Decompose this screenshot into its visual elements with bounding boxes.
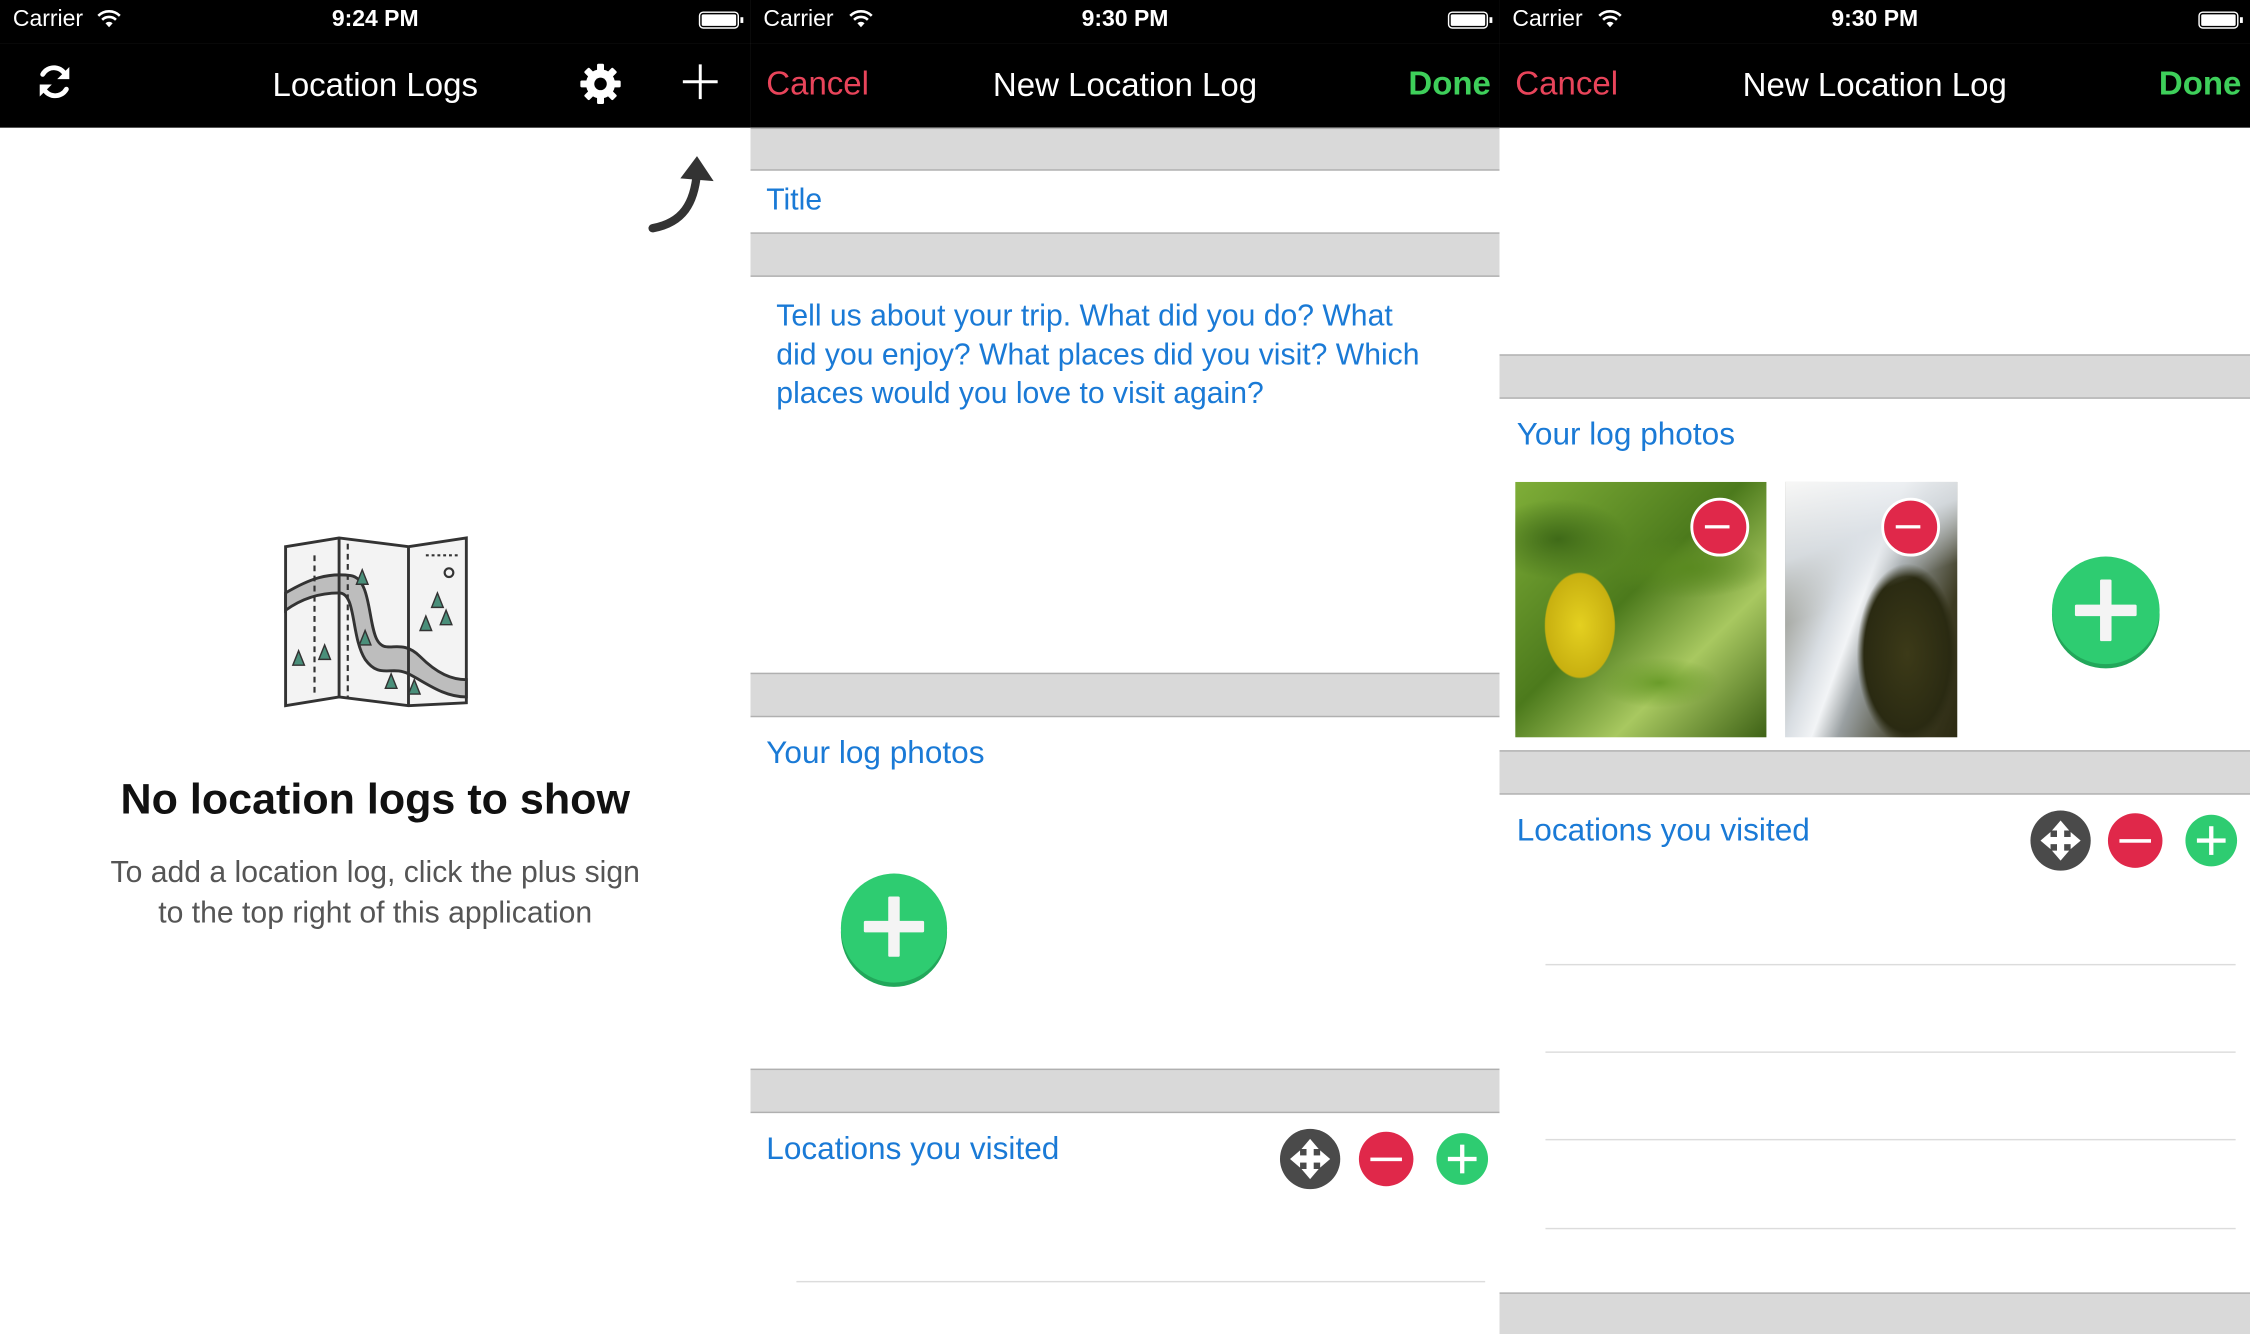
status-time: 9:30 PM <box>1831 7 1919 32</box>
move-icon <box>1290 1138 1331 1180</box>
section-separator <box>750 672 1500 718</box>
minus-icon <box>1704 525 1730 529</box>
status-bar: Carrier 9:24 PM <box>0 0 751 44</box>
locations-label: Locations you visited <box>1516 811 1810 848</box>
plus-icon <box>2074 579 2137 642</box>
photos-label: Your log photos <box>766 734 985 771</box>
minus-icon <box>1370 1157 1402 1162</box>
location-logs-screen: Carrier 9:24 PM Location Logs No locatio… <box>0 0 751 1334</box>
status-bar: Carrier 9:30 PM <box>750 0 1500 44</box>
screenshot-stage: Carrier 9:24 PM Location Logs No locatio… <box>0 0 2250 1334</box>
description-line: places would you love to visit again? <box>776 377 1264 411</box>
nav-bar: Location Logs <box>0 43 751 128</box>
empty-state-title: No location logs to show <box>120 776 630 824</box>
nav-title: Location Logs <box>272 65 478 104</box>
empty-state-message-line-1: To add a location log, click the plus si… <box>110 856 640 890</box>
move-location-button[interactable] <box>1279 1128 1341 1190</box>
plus-icon <box>863 896 925 957</box>
list-divider <box>796 1280 1486 1283</box>
nav-title: New Location Log <box>992 65 1258 104</box>
list-divider <box>1545 963 2236 966</box>
status-bar: Carrier 9:30 PM <box>1499 0 2250 44</box>
done-button[interactable]: Done <box>1408 65 1491 104</box>
add-location-button[interactable] <box>2185 814 2238 867</box>
plus-icon <box>1447 1144 1477 1174</box>
add-location-button[interactable] <box>1436 1133 1489 1185</box>
remove-location-button[interactable] <box>1358 1131 1414 1187</box>
section-separator <box>1499 354 2250 399</box>
remove-location-button[interactable] <box>2107 813 2163 868</box>
title-input[interactable]: Title <box>766 184 822 218</box>
description-line: did you enjoy? What places did you visit… <box>776 338 1420 372</box>
battery-icon <box>2198 11 2243 29</box>
add-log-icon[interactable] <box>680 62 720 102</box>
move-location-button[interactable] <box>2030 810 2091 871</box>
done-button[interactable]: Done <box>2159 65 2242 104</box>
remove-photo-button[interactable] <box>1881 497 1941 557</box>
nav-bar: Cancel New Location Log Done <box>1499 43 2250 128</box>
plus-icon <box>2196 826 2226 855</box>
curved-arrow-icon <box>648 156 714 233</box>
locations-label: Locations you visited <box>766 1130 1060 1167</box>
gear-icon[interactable] <box>578 62 622 106</box>
list-divider <box>1545 1051 2236 1053</box>
list-divider <box>1545 1227 2236 1230</box>
description-textarea[interactable] <box>1500 128 2250 355</box>
nav-bar: Cancel New Location Log Done <box>750 43 1500 128</box>
section-separator <box>750 1068 1500 1114</box>
nav-title: New Location Log <box>1742 65 2007 104</box>
move-icon <box>2040 820 2081 861</box>
description-textarea[interactable]: Tell us about your trip. What did you do… <box>776 297 1486 656</box>
add-photo-button[interactable] <box>2051 556 2160 665</box>
empty-state-message-line-2: to the top right of this application <box>158 896 593 930</box>
status-time: 9:30 PM <box>1081 7 1169 32</box>
battery-icon <box>1447 11 1493 29</box>
description-line: Tell us about your trip. What did you do… <box>776 299 1393 333</box>
section-separator <box>750 232 1500 277</box>
new-location-log-screen-with-photos: Carrier 9:30 PM Cancel New Location Log … <box>1499 0 2250 1334</box>
status-time: 9:24 PM <box>331 7 419 32</box>
section-separator <box>750 127 1500 171</box>
list-divider <box>1545 1138 2236 1141</box>
remove-photo-button[interactable] <box>1690 497 1750 557</box>
battery-icon <box>698 11 744 29</box>
minus-icon <box>2119 839 2151 843</box>
photos-label: Your log photos <box>1516 415 1735 452</box>
new-location-log-screen: Carrier 9:30 PM Cancel New Location Log … <box>750 0 1500 1334</box>
section-separator <box>1499 750 2250 795</box>
section-separator <box>1499 1292 2250 1334</box>
map-icon <box>284 536 468 708</box>
add-photo-button[interactable] <box>840 873 948 983</box>
minus-icon <box>1895 525 1921 529</box>
